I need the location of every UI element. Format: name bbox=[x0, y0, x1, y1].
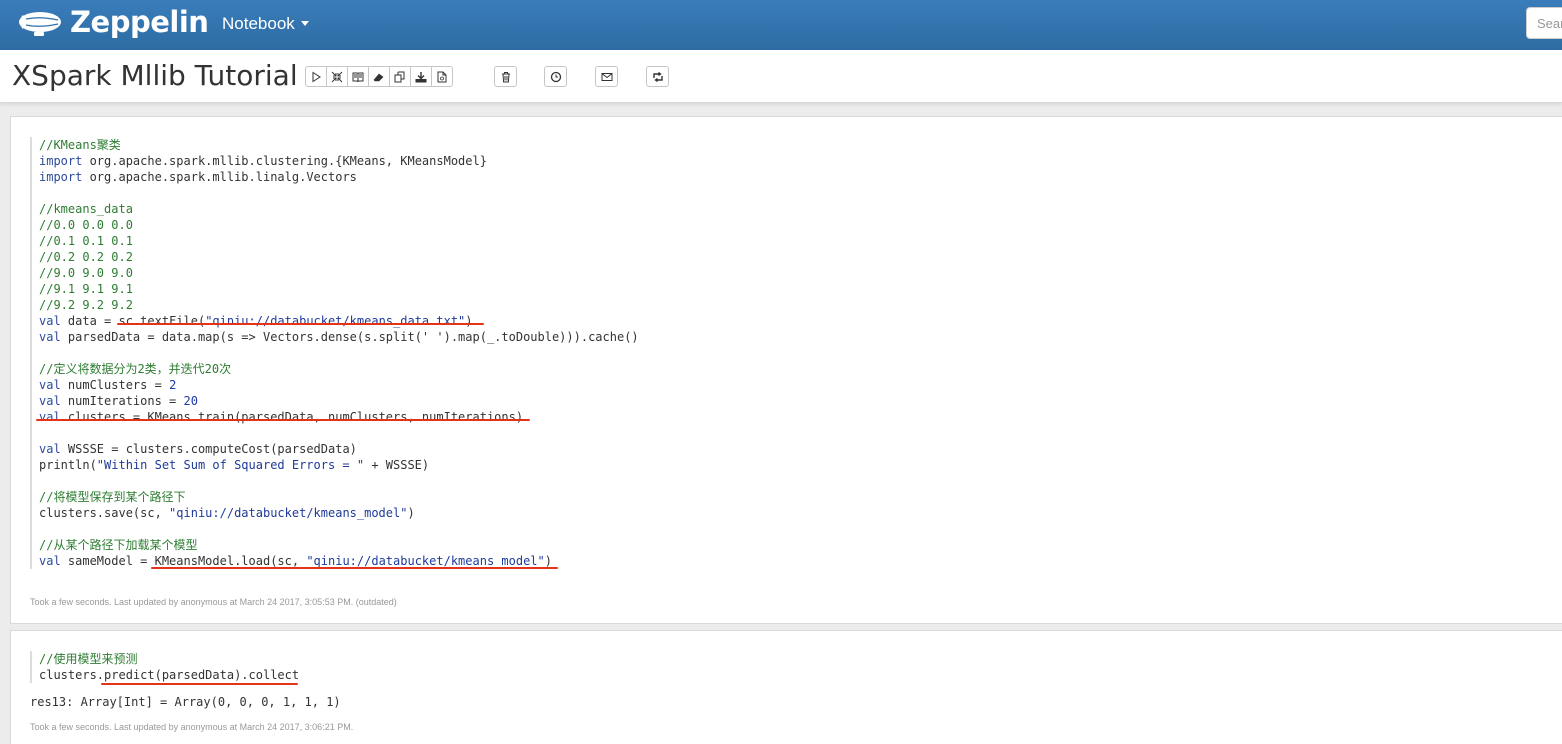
retweet-icon bbox=[652, 71, 663, 82]
code-line: val numIterations = 20 bbox=[39, 394, 198, 408]
copy-icon bbox=[394, 71, 405, 82]
code-line: //9.1 9.1 9.1 bbox=[39, 282, 133, 296]
code-line: //定义将数据分为2类，并迭代20次 bbox=[39, 362, 232, 376]
code-line: //9.0 9.0 9.0 bbox=[39, 266, 133, 280]
code-line: val WSSSE = clusters.computeCost(parsedD… bbox=[39, 442, 357, 456]
run-all-button[interactable] bbox=[305, 66, 327, 87]
code-line: val clusters = KMeans.train(parsedData, … bbox=[39, 410, 524, 424]
code-line: //0.1 0.1 0.1 bbox=[39, 234, 133, 248]
refresh-button[interactable] bbox=[646, 66, 669, 87]
paragraph-status: Took a few seconds. Last updated by anon… bbox=[30, 722, 354, 732]
code-line: import org.apache.spark.mllib.clustering… bbox=[39, 154, 487, 168]
clear-output-button[interactable] bbox=[368, 66, 390, 87]
code-line: val data = sc.textFile("qiniu://databuck… bbox=[39, 314, 473, 328]
zeppelin-logo-icon[interactable] bbox=[12, 7, 64, 41]
highlight-underline bbox=[117, 323, 484, 325]
top-navbar: Zeppelin Notebook Search bbox=[0, 0, 1562, 50]
collapse-icon bbox=[331, 71, 343, 82]
envelope-icon bbox=[601, 72, 612, 81]
book-icon bbox=[352, 72, 364, 82]
file-icon bbox=[437, 71, 447, 82]
remove-group bbox=[494, 66, 517, 87]
notebook-header: XSpark Mllib Tutorial bbox=[0, 50, 1562, 103]
code-line: //kmeans_data bbox=[39, 202, 133, 216]
brand-name[interactable]: Zeppelin bbox=[70, 5, 209, 39]
code-line: //将模型保存到某个路径下 bbox=[39, 490, 186, 504]
notebook-actions bbox=[305, 66, 453, 87]
mail-group bbox=[595, 66, 618, 87]
code-line: import org.apache.spark.mllib.linalg.Vec… bbox=[39, 170, 357, 184]
schedule-button[interactable] bbox=[544, 66, 567, 87]
repeat-group bbox=[646, 66, 669, 87]
toggle-code-button[interactable] bbox=[326, 66, 348, 87]
code-line: //0.2 0.2 0.2 bbox=[39, 250, 133, 264]
notebook-menu-label: Notebook bbox=[222, 14, 295, 33]
paragraph-output: res13: Array[Int] = Array(0, 0, 0, 1, 1,… bbox=[30, 695, 341, 709]
code-line: clusters.predict(parsedData).collect bbox=[39, 668, 300, 682]
code-line: //KMeans聚类 bbox=[39, 138, 121, 152]
notebook-title[interactable]: XSpark Mllib Tutorial bbox=[12, 59, 298, 92]
highlight-underline bbox=[151, 567, 558, 569]
notify-button[interactable] bbox=[595, 66, 618, 87]
export-notebook-button[interactable] bbox=[410, 66, 432, 87]
code-line: //9.2 9.2 9.2 bbox=[39, 298, 133, 312]
trash-icon bbox=[501, 71, 510, 82]
delete-notebook-button[interactable] bbox=[494, 66, 517, 87]
paragraph-status: Took a few seconds. Last updated by anon… bbox=[30, 597, 397, 607]
schedule-group bbox=[544, 66, 567, 87]
code-line: //0.0 0.0 0.0 bbox=[39, 218, 133, 232]
clone-notebook-button[interactable] bbox=[389, 66, 411, 87]
highlight-underline bbox=[101, 683, 298, 685]
paragraph-2: //使用模型来预测 clusters.predict(parsedData).c… bbox=[10, 630, 1562, 744]
code-line: //使用模型来预测 bbox=[39, 652, 138, 666]
code-line: println("Within Set Sum of Squared Error… bbox=[39, 458, 430, 472]
toggle-output-button[interactable] bbox=[347, 66, 369, 87]
code-line: val parsedData = data.map(s => Vectors.d… bbox=[39, 330, 639, 344]
code-editor[interactable]: //使用模型来预测 clusters.predict(parsedData).c… bbox=[30, 651, 299, 683]
version-control-button[interactable] bbox=[431, 66, 453, 87]
notebook-menu[interactable]: Notebook bbox=[222, 14, 309, 34]
code-line: //从某个路径下加载某个模型 bbox=[39, 538, 198, 552]
code-line: clusters.save(sc, "qiniu://databucket/km… bbox=[39, 506, 415, 520]
eraser-icon bbox=[373, 73, 384, 81]
search-placeholder: Search bbox=[1537, 16, 1562, 31]
code-line: val numClusters = 2 bbox=[39, 378, 177, 392]
chevron-down-icon bbox=[300, 21, 309, 26]
highlight-underline bbox=[36, 419, 530, 421]
download-icon bbox=[415, 71, 427, 82]
clock-icon bbox=[550, 71, 561, 82]
paragraph-1: //KMeans聚类 import org.apache.spark.mllib… bbox=[10, 116, 1562, 624]
search-input[interactable]: Search bbox=[1526, 7, 1562, 39]
play-icon bbox=[312, 71, 321, 82]
code-editor[interactable]: //KMeans聚类 import org.apache.spark.mllib… bbox=[30, 137, 639, 569]
